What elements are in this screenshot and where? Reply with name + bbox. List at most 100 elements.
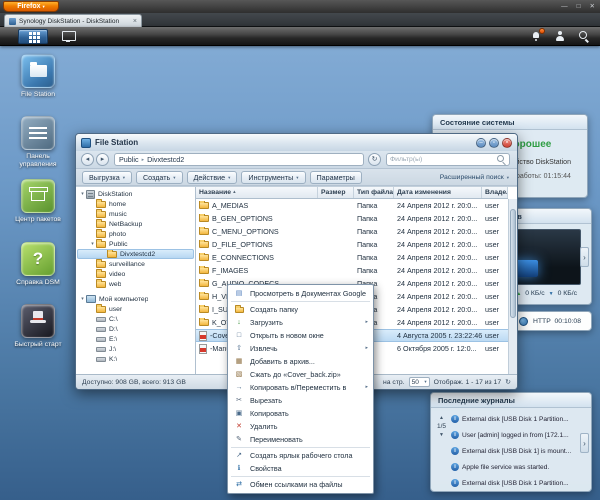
file-row[interactable]: C_MENU_OPTIONSПапка24 Апреля 2012 г. 20:… [196,225,508,238]
tree-item[interactable]: K:\ [77,354,194,364]
toolbar-button[interactable]: Создать▾ [136,171,183,184]
minimize-button[interactable]: – [476,138,486,148]
column-header[interactable]: Название▴ [196,187,318,198]
toolbar-button[interactable]: Параметры [310,171,362,184]
file-row[interactable]: F_IMAGESПапка24 Апреля 2012 г. 20:0...us… [196,264,508,277]
refresh-icon[interactable]: ↻ [505,378,511,386]
tree-item[interactable]: E:\ [77,334,194,344]
context-menu-item[interactable]: ↓Загрузить▸ [228,316,373,329]
toolbar-button[interactable]: Действие▾ [187,171,238,184]
breadcrumb[interactable]: Public▸Divxtestcd2 [114,153,364,166]
main-menu-button[interactable] [18,29,48,44]
folder-icon [96,281,106,288]
tree-item[interactable]: ▾Мой компьютер [77,294,194,304]
tree-item[interactable]: NetBackup [77,219,194,229]
column-header[interactable]: Размер [318,187,354,198]
drive-icon [96,337,106,342]
tree-item[interactable]: J:\ [77,344,194,354]
context-menu-item[interactable]: ⇧Извлечь▸ [228,342,373,355]
file-row[interactable]: D_FILE_OPTIONSПапка24 Апреля 2012 г. 20:… [196,238,508,251]
context-menu-item[interactable]: ▤Просмотреть в Документах Google [228,287,373,300]
tree-item[interactable]: home [77,199,194,209]
column-header[interactable]: Владелец [482,187,508,198]
tree-item[interactable]: Divxtestcd2 [77,249,194,259]
refresh-button[interactable]: ↻ [368,153,381,166]
context-menu-item[interactable]: Создать папку [228,303,373,316]
tree-item[interactable]: user [77,304,194,314]
tree-item[interactable]: C:\ [77,314,194,324]
scrollbar-thumb[interactable] [510,209,516,318]
recent-logs-header[interactable]: Последние журналы [431,393,591,408]
toolbar-button[interactable]: Инструменты▾ [241,171,305,184]
tab-title: Synology DiskStation - DiskStation [19,18,130,25]
firefox-menu-button[interactable]: Firefox ▾ [3,1,59,12]
breadcrumb-segment[interactable]: Public [119,155,139,164]
tree-item[interactable]: ▾DiskStation [77,189,194,199]
file-station-titlebar[interactable]: File Station – ▫ × [76,134,517,151]
browser-tab[interactable]: Synology DiskStation - DiskStation × [4,14,142,27]
per-page-select[interactable]: 50 ▾ [409,377,430,387]
pager-down-icon[interactable]: ▼ [434,432,449,438]
file-row[interactable]: A_MEDIASПапка24 Апреля 2012 г. 20:0...us… [196,199,508,212]
toolbar-button[interactable]: Выгрузка▾ [82,171,132,184]
context-menu-item[interactable]: ▦Добавить в архив... [228,355,373,368]
desktop-icon-quick-start[interactable]: Быстрый старт [8,304,68,349]
tree-item[interactable]: D:\ [77,324,194,334]
breadcrumb-segment[interactable]: Divxtestcd2 [147,155,184,164]
scrollbar[interactable] [508,199,517,374]
tree-item[interactable]: ▾Public [77,239,194,249]
context-menu-item[interactable]: □Открыть в новом окне [228,329,373,342]
user-menu-button[interactable] [555,31,566,42]
expander-icon[interactable]: ▾ [79,296,86,302]
context-menu-item[interactable]: ✕Удалить [228,420,373,433]
context-menu-item[interactable]: ✎Переименовать [228,433,373,446]
maximize-button[interactable]: ▫ [489,138,499,148]
desktop-icon-dsm-help[interactable]: ?Справка DSM [8,242,68,287]
show-desktop-button[interactable] [56,29,80,44]
back-button[interactable]: ◂ [81,153,94,166]
close-button[interactable]: × [502,138,512,148]
file-owner: user [482,318,508,327]
tree-item[interactable]: photo [77,229,194,239]
notifications-button[interactable] [531,31,542,42]
tree-item[interactable]: video [77,269,194,279]
column-header[interactable]: Дата изменения [394,187,482,198]
window-minimize-button[interactable]: — [561,2,568,11]
context-menu-item[interactable]: ✂Вырезать [228,394,373,407]
column-header[interactable]: Тип файла [354,187,394,198]
tree-item[interactable]: web [77,279,194,289]
desktop-icon-file-station[interactable]: File Station [8,54,68,99]
expand-arrow-icon[interactable]: › [580,433,589,453]
tree-item[interactable]: surveillance [77,259,194,269]
add-archive-icon: ▦ [233,355,245,368]
tree-item-label: C:\ [109,316,118,323]
context-menu-item[interactable]: ℹСвойства [228,462,373,475]
expander-icon[interactable]: ▾ [89,241,96,247]
context-menu-item[interactable]: ⇄Обмен ссылками на файлы [228,478,373,491]
context-menu-item[interactable]: ↗Создать ярлык рабочего стола [228,449,373,462]
forward-button[interactable]: ▸ [96,153,109,166]
file-row[interactable]: E_CONNECTIONSПапка24 Апреля 2012 г. 20:0… [196,251,508,264]
desktop-icon-package-center[interactable]: Центр пакетов [8,179,68,224]
pager-up-icon[interactable]: ▲ [434,415,449,421]
advanced-search-link[interactable]: Расширенный поиск ▾ [440,174,509,181]
expander-icon[interactable]: ▾ [79,191,86,197]
tab-close-icon[interactable]: × [133,18,137,25]
context-menu-item[interactable]: →Копировать в/Переместить в▸ [228,381,373,394]
tree-item-label: video [109,271,125,278]
file-date: 24 Апреля 2012 г. 20:0... [394,240,482,249]
menu-item-label: Открыть в новом окне [250,331,324,340]
file-row[interactable]: B_GEN_OPTIONSПапка24 Апреля 2012 г. 20:0… [196,212,508,225]
menu-item-label: Создать папку [250,305,298,314]
tree-item[interactable]: music [77,209,194,219]
expand-arrow-icon[interactable]: › [580,247,589,267]
context-menu-item[interactable]: ▧Сжать до «Cover_back.zip» [228,368,373,381]
search-button[interactable] [579,31,590,42]
system-status-header[interactable]: Состояние системы [433,115,587,130]
window-close-button[interactable]: ✕ [590,2,595,11]
filter-input[interactable] [390,156,497,163]
desktop-icon-control-panel[interactable]: Панель управления [8,116,68,169]
window-maximize-button[interactable]: □ [577,2,581,11]
file-name-cell: F_IMAGES [196,266,318,275]
context-menu-item[interactable]: ▣Копировать [228,407,373,420]
